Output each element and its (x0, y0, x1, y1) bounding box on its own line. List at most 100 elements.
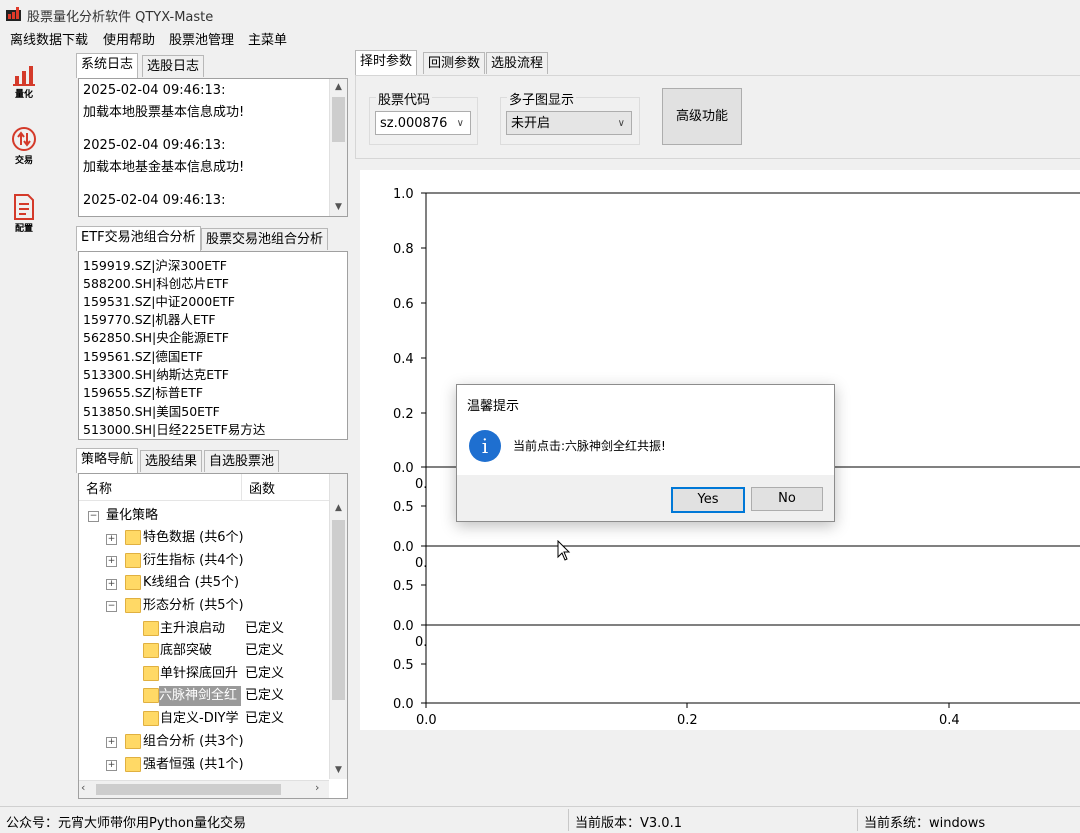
tree-leaf[interactable]: 单针探底回升 (160, 664, 238, 684)
scroll-up-icon[interactable]: ▲ (330, 500, 347, 517)
scroll-down-icon[interactable]: ▼ (330, 762, 347, 779)
expand-icon[interactable]: + (106, 556, 117, 567)
menu-main[interactable]: 主菜单 (248, 29, 287, 48)
folder-icon (125, 575, 141, 590)
etf-list[interactable]: 159919.SZ|沪深300ETF 588200.SH|科创芯片ETF 159… (78, 251, 348, 440)
log-line: 加载本地基金基本信息成功! (83, 160, 245, 175)
log-scrollbar[interactable]: ▲ ▼ (329, 79, 347, 216)
collapse-icon[interactable]: − (106, 601, 117, 612)
list-item[interactable]: 562850.SH|央企能源ETF (83, 327, 229, 346)
tree-group[interactable]: 形态分析 (共5个) (143, 596, 244, 616)
app-logo-icon (6, 7, 21, 21)
scroll-down-icon[interactable]: ▼ (330, 199, 347, 216)
scroll-thumb[interactable] (96, 784, 281, 795)
tab-etf-pool[interactable]: ETF交易池组合分析 (76, 226, 201, 251)
cut-tick-label: 0. (415, 477, 427, 492)
list-item[interactable]: 159561.SZ|德国ETF (83, 346, 203, 365)
list-item[interactable]: 159655.SZ|标普ETF (83, 382, 203, 401)
scroll-up-icon[interactable]: ▲ (330, 79, 347, 96)
advanced-button[interactable]: 高级功能 (662, 88, 742, 145)
strategy-tree[interactable]: 名称 函数 − 量化策略 + 特色数据 (共6个) + 衍生指标 (共4个) +… (78, 473, 348, 799)
right-tabs: 择时参数 回测参数 选股流程 (355, 50, 755, 75)
list-item[interactable]: 159770.SZ|机器人ETF (83, 309, 216, 328)
list-item[interactable]: 513300.SH|纳斯达克ETF (83, 364, 229, 383)
tab-system-log[interactable]: 系统日志 (76, 53, 139, 78)
collapse-icon[interactable]: − (88, 511, 99, 522)
tab-select-flow[interactable]: 选股流程 (486, 52, 549, 74)
chevron-down-icon: ∨ (456, 118, 464, 129)
column-header-name[interactable]: 名称 (86, 478, 112, 497)
scroll-right-icon[interactable]: › (315, 781, 319, 794)
subplot-value: 未开启 (511, 116, 551, 131)
x-tick-label: 0.4 (939, 713, 960, 728)
stock-code-value: sz.000876 (380, 116, 448, 131)
tree-leaf-func: 已定义 (245, 643, 285, 658)
tab-backtest-params[interactable]: 回测参数 (423, 52, 486, 74)
nav-config-button[interactable]: 配置 (4, 186, 44, 242)
nav-quant-button[interactable]: 量化 (4, 56, 44, 112)
tree-group[interactable]: 强者恒强 (共1个) (143, 755, 244, 775)
stock-code-select[interactable]: sz.000876 ∨ (375, 111, 471, 135)
status-version: 当前版本：V3.0.1 (575, 816, 682, 831)
tree-vscrollbar[interactable]: ▲ ▼ (329, 474, 347, 779)
folder-icon (143, 666, 159, 681)
scroll-thumb[interactable] (332, 520, 345, 700)
scroll-left-icon[interactable]: ‹ (81, 781, 85, 794)
expand-icon[interactable]: + (106, 760, 117, 771)
folder-icon (143, 711, 159, 726)
bar-chart-icon (13, 66, 35, 86)
folder-icon (125, 553, 141, 568)
y-tick-label: 0.4 (393, 352, 414, 367)
yes-button[interactable]: Yes (671, 487, 745, 513)
list-item[interactable]: 588200.SH|科创芯片ETF (83, 273, 229, 292)
tab-select-log[interactable]: 选股日志 (142, 55, 205, 77)
expand-icon[interactable]: + (106, 737, 117, 748)
list-item[interactable]: 513000.SH|日经225ETF易方达 (83, 419, 265, 438)
scroll-thumb[interactable] (332, 97, 345, 142)
tree-hscrollbar[interactable]: ‹ › (79, 780, 329, 798)
document-icon (14, 194, 34, 220)
cut-tick-label: 0. (415, 635, 427, 650)
y-tick-label: 0.8 (393, 242, 414, 257)
tree-group[interactable]: 组合分析 (共3个) (143, 732, 244, 752)
tree-leaf-selected[interactable]: 六脉神剑全红 (159, 686, 241, 706)
tab-stock-pool[interactable]: 股票交易池组合分析 (201, 228, 329, 250)
tab-select-result[interactable]: 选股结果 (140, 450, 203, 472)
column-header-func[interactable]: 函数 (249, 478, 275, 497)
menu-help[interactable]: 使用帮助 (103, 29, 155, 48)
info-dialog: 温馨提示 i 当前点击:六脉神剑全红共振! Yes No (456, 384, 835, 522)
subplot-label: 多子图显示 (507, 89, 577, 108)
y-tick-label: 1.0 (393, 187, 414, 202)
menu-offline-download[interactable]: 离线数据下载 (10, 29, 88, 48)
tab-strategy-nav[interactable]: 策略导航 (76, 448, 139, 473)
list-item[interactable]: 159531.SZ|中证2000ETF (83, 291, 235, 310)
tree-group[interactable]: K线组合 (共5个) (143, 573, 239, 593)
tree-leaf[interactable]: 底部突破 (160, 641, 212, 661)
list-item[interactable]: 159919.SZ|沪深300ETF (83, 255, 227, 274)
folder-icon (143, 621, 159, 636)
list-item[interactable]: 513850.SH|美国50ETF (83, 401, 220, 420)
system-log-box[interactable]: 2025-02-04 09:46:13: 加载本地股票基本信息成功! 2025-… (78, 78, 348, 217)
x-tick-label: 0.2 (677, 713, 698, 728)
window-title: 股票量化分析软件 QTYX-Maste (27, 10, 214, 25)
nav-trade-button[interactable]: 交易 (4, 118, 44, 174)
tree-group[interactable]: 衍生指标 (共4个) (143, 551, 244, 571)
folder-icon (125, 598, 141, 613)
no-button[interactable]: No (751, 487, 823, 511)
expand-icon[interactable]: + (106, 579, 117, 590)
tree-root[interactable]: 量化策略 (106, 506, 158, 526)
tree-leaf-func: 已定义 (245, 711, 285, 726)
tree-leaf[interactable]: 自定义-DIY学 (160, 709, 238, 729)
tree-leaf-func: 已定义 (245, 688, 285, 703)
menu-pool-manage[interactable]: 股票池管理 (169, 29, 234, 48)
subplot-select[interactable]: 未开启 ∨ (506, 111, 632, 135)
menu-bar: 离线数据下载 使用帮助 股票池管理 主菜单 (0, 28, 1080, 48)
y-tick-label: 0.5 (393, 500, 414, 515)
tab-watchlist[interactable]: 自选股票池 (204, 450, 280, 472)
tree-leaf[interactable]: 主升浪启动 (160, 619, 225, 639)
tree-group[interactable]: 特色数据 (共6个) (143, 528, 244, 548)
expand-icon[interactable]: + (106, 534, 117, 545)
folder-icon (125, 757, 141, 772)
log-line: 加载本地股票基本信息成功! (83, 105, 245, 120)
tab-timing-params[interactable]: 择时参数 (355, 50, 418, 75)
